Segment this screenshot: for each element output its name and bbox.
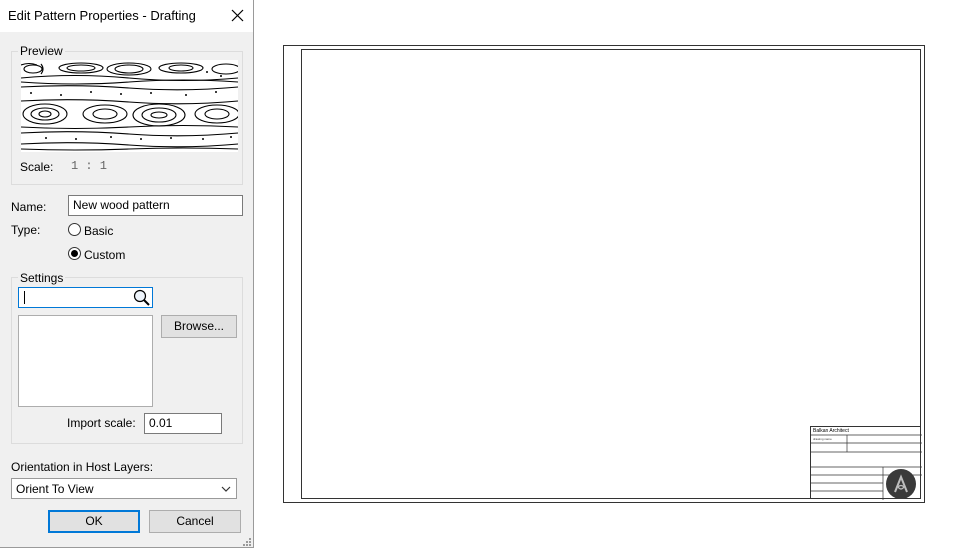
orientation-value: Orient To View	[16, 482, 94, 496]
edit-pattern-dialog: Edit Pattern Properties - Drafting Previ…	[0, 0, 254, 548]
resize-grip-icon[interactable]	[242, 536, 252, 546]
close-button[interactable]	[224, 4, 250, 28]
name-input[interactable]: New wood pattern	[68, 195, 243, 216]
logo-a-icon	[894, 474, 908, 493]
import-scale-input[interactable]: 0.01	[144, 413, 222, 434]
type-custom-label[interactable]: Custom	[84, 248, 125, 262]
cancel-button[interactable]: Cancel	[149, 510, 241, 533]
preview-label: Preview	[18, 44, 65, 58]
settings-label: Settings	[18, 271, 66, 285]
text-cursor	[24, 291, 25, 304]
orientation-select[interactable]: Orient To View	[11, 478, 237, 499]
type-basic-label[interactable]: Basic	[84, 224, 113, 238]
company-logo	[886, 469, 916, 499]
close-icon	[231, 9, 244, 22]
type-custom-radio[interactable]	[68, 247, 81, 260]
scale-label: Scale:	[20, 160, 54, 174]
name-label: Name:	[11, 200, 47, 214]
wood-pattern-image	[21, 62, 238, 151]
type-basic-radio[interactable]	[68, 223, 81, 236]
import-scale-label: Import scale:	[67, 416, 136, 430]
chevron-down-icon	[221, 486, 231, 492]
drawing-sheet[interactable]: Balkan Architect drawing name	[283, 45, 925, 503]
pattern-preview	[21, 60, 238, 152]
file-list[interactable]	[18, 315, 153, 407]
search-icon[interactable]	[132, 288, 152, 307]
ok-button[interactable]: OK	[48, 510, 140, 533]
dialog-title: Edit Pattern Properties - Drafting	[8, 8, 196, 23]
browse-button[interactable]: Browse...	[161, 315, 237, 338]
title-block: Balkan Architect drawing name	[810, 426, 922, 500]
type-label: Type:	[11, 223, 41, 237]
orientation-label: Orientation in Host Layers:	[11, 460, 154, 474]
scale-value: 1 : 1	[71, 159, 108, 173]
title-bar[interactable]: Edit Pattern Properties - Drafting	[0, 0, 253, 32]
